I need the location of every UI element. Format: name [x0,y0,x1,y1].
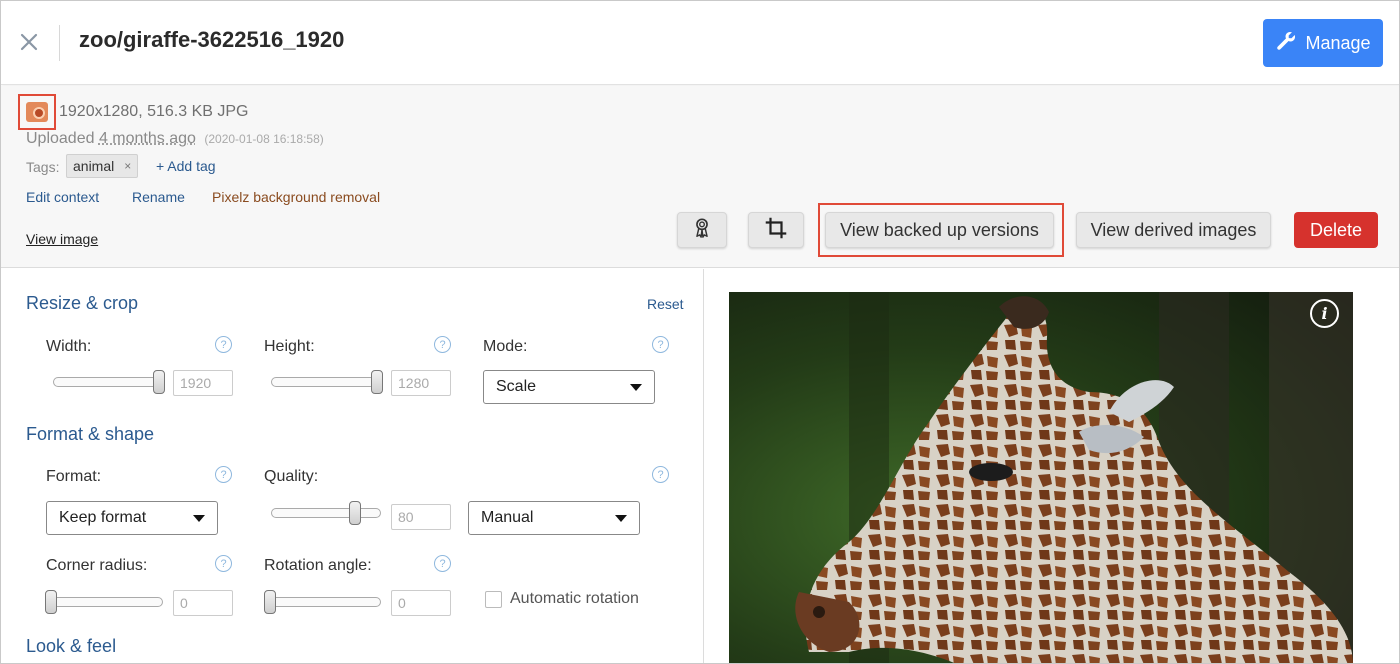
giraffe-photo [729,292,1353,663]
automatic-rotation-label: Automatic rotation [510,590,639,607]
view-image-link[interactable]: View image [26,231,98,247]
uploaded-timestamp: (2020-01-08 16:18:58) [204,132,324,146]
uploaded-prefix: Uploaded [26,130,95,147]
tag-remove-icon[interactable]: × [124,159,131,173]
height-slider-track [271,377,383,387]
tag-chip[interactable]: animal × [66,154,139,178]
quality-slider[interactable] [271,501,381,525]
quality-help-icon[interactable]: ? [652,466,669,483]
rotation-angle-help-icon[interactable]: ? [434,555,451,572]
rotation-angle-label: Rotation angle: [264,557,372,574]
quality-slider-knob[interactable] [349,501,361,525]
tags-label: Tags: [26,159,60,175]
mode-label: Mode: [483,338,528,355]
info-icon[interactable]: i [1310,299,1339,328]
format-select[interactable]: Keep format [46,501,218,535]
format-help-icon[interactable]: ? [215,466,232,483]
upload-info: Uploaded 4 months ago (2020-01-08 16:18:… [26,130,324,148]
view-derived-images-button[interactable]: View derived images [1076,212,1271,248]
quality-slider-track [271,508,381,518]
height-label: Height: [264,338,315,355]
chevron-down-icon [615,515,627,522]
corner-radius-label: Corner radius: [46,557,148,574]
corner-radius-help-icon[interactable]: ? [215,555,232,572]
width-label: Width: [46,338,92,355]
format-shape-title: Format & shape [26,424,155,444]
rotation-angle-slider-knob[interactable] [264,590,276,614]
manage-label: Manage [1305,32,1371,53]
rotation-angle-input[interactable]: 0 [391,590,451,616]
automatic-rotation-checkbox[interactable] [485,591,502,608]
corner-radius-slider[interactable] [45,590,163,614]
edit-context-link[interactable]: Edit context [26,189,99,205]
reset-link[interactable]: Reset [647,296,684,312]
add-tag-link[interactable]: + Add tag [156,158,216,174]
rename-link[interactable]: Rename [132,189,185,205]
pixelz-link[interactable]: Pixelz background removal [212,189,380,205]
quality-mode-value: Manual [481,509,534,526]
thumbnail-highlight[interactable] [18,94,56,130]
uploaded-ago: 4 months ago [98,130,196,147]
asset-info: 1920x1280, 516.3 KB JPG Uploaded 4 month… [1,86,1399,268]
width-slider-track [53,377,165,387]
rotation-angle-slider-track [264,597,381,607]
width-slider[interactable] [53,370,165,394]
height-slider-knob[interactable] [371,370,383,394]
wrench-icon [1275,30,1297,57]
height-slider[interactable] [271,370,383,394]
width-help-icon[interactable]: ? [215,336,232,353]
page-title: zoo/giraffe-3622516_1920 [79,27,345,52]
corner-radius-slider-track [45,597,163,607]
asset-dimensions: 1920x1280, 516.3 KB JPG [59,103,249,120]
close-icon[interactable] [17,30,41,54]
delete-button[interactable]: Delete [1294,212,1378,248]
panel-divider [703,269,704,663]
look-feel-title: Look & feel [26,636,117,656]
quality-input[interactable]: 80 [391,504,451,530]
resize-crop-title: Resize & crop [26,293,139,313]
chevron-down-icon [630,384,642,391]
height-help-icon[interactable]: ? [434,336,451,353]
width-slider-knob[interactable] [153,370,165,394]
quality-label: Quality: [264,468,319,485]
image-preview[interactable] [729,292,1353,663]
mode-select-value: Scale [496,378,537,395]
thumbnail-image-icon [26,102,48,122]
format-select-value: Keep format [59,509,147,526]
mode-help-icon[interactable]: ? [652,336,669,353]
corner-radius-input[interactable]: 0 [173,590,233,616]
header: zoo/giraffe-3622516_1920 Manage [1,1,1399,85]
height-input[interactable]: 1280 [391,370,451,396]
tag-label: animal [73,158,115,174]
rotation-angle-slider[interactable] [264,590,381,614]
corner-radius-slider-knob[interactable] [45,590,57,614]
crop-icon [765,217,787,244]
award-button[interactable] [677,212,727,248]
format-label: Format: [46,468,102,485]
chevron-down-icon [193,515,205,522]
header-divider [59,25,60,61]
quality-mode-select[interactable]: Manual [468,501,640,535]
manage-button[interactable]: Manage [1263,19,1383,67]
crop-button[interactable] [748,212,804,248]
asset-details-window: zoo/giraffe-3622516_1920 Manage 1920x128… [0,0,1400,664]
ribbon-award-icon [691,217,713,244]
width-input[interactable]: 1920 [173,370,233,396]
view-backed-up-versions-button[interactable]: View backed up versions [825,212,1054,248]
mode-select[interactable]: Scale [483,370,655,404]
